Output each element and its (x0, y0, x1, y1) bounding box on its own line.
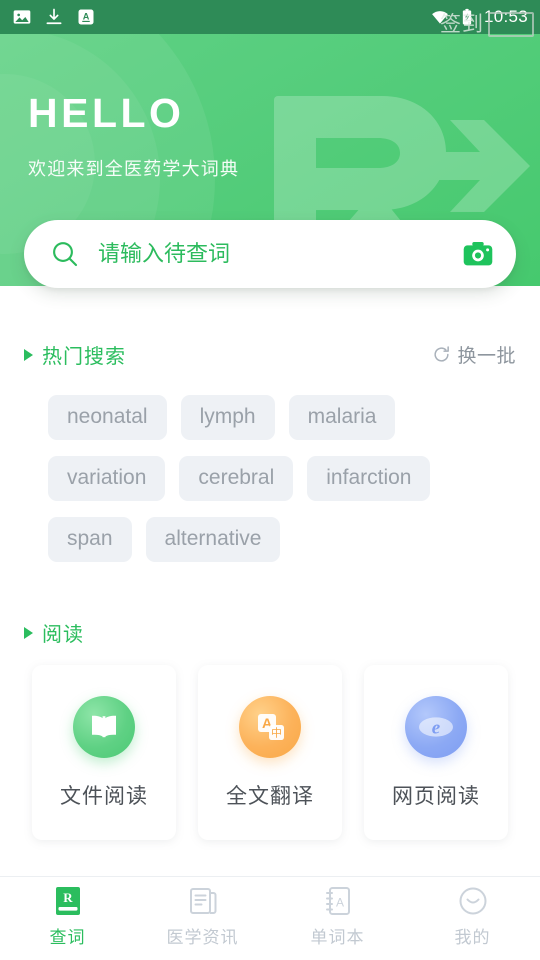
hot-search-tag[interactable]: span (48, 517, 132, 563)
notebook-a-icon: A (325, 887, 350, 915)
bottom-tab-bar: R 查词 医学资讯 A 单词本 我的 (0, 876, 540, 960)
tab-label: 医学资讯 (166, 928, 239, 947)
battery-outline-watermark (488, 12, 534, 37)
search-icon (53, 242, 78, 267)
status-bar: A 10:53 签到 (0, 0, 540, 37)
hot-search-title-group: 热门搜索 (24, 340, 126, 369)
hot-search-tag[interactable]: alternative (145, 517, 281, 563)
reading-card-list: 文件阅读 A 中 全文翻译 e 网页阅读 (0, 647, 540, 841)
tab-medical-news[interactable]: 医学资讯 (135, 884, 270, 948)
refresh-batch-button[interactable]: 换一批 (432, 341, 516, 368)
hot-search-tag[interactable]: variation (48, 456, 166, 502)
status-bar-right-icons: 10:53 签到 (430, 7, 534, 37)
card-web-reading[interactable]: e 网页阅读 (364, 665, 508, 841)
search-bar[interactable] (24, 220, 516, 288)
camera-icon[interactable] (462, 240, 494, 268)
svg-text:R: R (63, 890, 73, 905)
triangle-right-icon (24, 348, 33, 361)
hot-search-tag[interactable]: malaria (288, 395, 396, 441)
hot-search-title: 热门搜索 (42, 346, 126, 368)
card-label: 网页阅读 (392, 784, 480, 808)
page-title: HELLO (28, 90, 185, 136)
browser-e-icon: e (405, 695, 467, 758)
download-icon (46, 8, 62, 25)
refresh-batch-label: 换一批 (457, 346, 516, 367)
card-label: 文件阅读 (60, 784, 148, 808)
status-bar-left-icons: A (12, 7, 96, 27)
tab-profile[interactable]: 我的 (405, 884, 540, 948)
translate-icon: A 中 (239, 695, 301, 758)
card-label: 全文翻译 (226, 784, 314, 808)
tab-label: 查词 (49, 928, 86, 947)
rx-book-icon: R (55, 887, 80, 915)
smiley-face-icon (459, 887, 486, 915)
book-open-icon (73, 695, 135, 758)
reading-section-header: 阅读 (0, 618, 540, 647)
battery-charging-icon (462, 8, 472, 25)
svg-text:e: e (432, 717, 441, 738)
app-root: A 10:53 签到 HELLO 欢迎来到全医药学大词典 请输入待查词 热门搜索… (0, 0, 540, 960)
hot-search-tag[interactable]: cerebral (179, 456, 294, 502)
news-icon (189, 888, 216, 914)
page-subtitle: 欢迎来到全医药学大词典 (28, 159, 240, 179)
hot-search-section-header: 热门搜索 换一批 (0, 340, 540, 369)
card-full-text-translate[interactable]: A 中 全文翻译 (198, 665, 342, 841)
search-input[interactable] (98, 241, 462, 267)
triangle-right-icon (24, 626, 33, 639)
card-file-reading[interactable]: 文件阅读 (32, 665, 176, 841)
svg-text:A: A (335, 896, 343, 910)
wifi-icon (432, 11, 448, 24)
app-a-icon: A (78, 9, 94, 25)
hot-search-tag[interactable]: neonatal (48, 395, 167, 441)
reading-title-group: 阅读 (24, 618, 84, 647)
hot-search-tag[interactable]: infarction (307, 456, 431, 502)
image-icon (13, 10, 31, 24)
hot-search-tag[interactable]: lymph (180, 395, 275, 441)
reading-title: 阅读 (42, 624, 84, 647)
svg-text:中: 中 (271, 726, 282, 739)
tab-search-dictionary[interactable]: R 查词 (0, 884, 135, 948)
tab-wordbook[interactable]: A 单词本 (270, 884, 405, 948)
hot-search-tag-list: neonatal lymph malaria variation cerebral inf… (0, 369, 540, 563)
main-content: 热门搜索 换一批 neonatal lymph malaria variation ce… (0, 288, 540, 876)
refresh-icon (434, 346, 450, 362)
tab-label: 单词本 (310, 928, 365, 947)
svg-text:A: A (83, 12, 90, 22)
tab-label: 我的 (454, 928, 491, 947)
